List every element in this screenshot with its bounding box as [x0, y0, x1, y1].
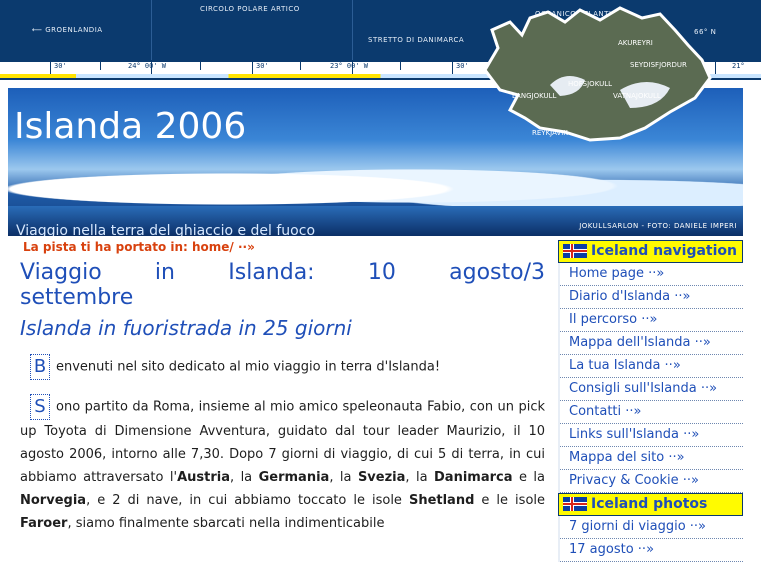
text-separator: , la — [329, 470, 358, 485]
ruler-label: 30' — [256, 62, 269, 70]
nav-list: Home page ··» Diario d'Islanda ··» Il pe… — [558, 263, 743, 493]
nav-item-consigli[interactable]: Consigli sull'Islanda ··» — [560, 378, 743, 401]
banner-subtitle: Viaggio nella terra del ghiaccio e del f… — [16, 223, 316, 236]
map-label-vatnajokull: VATNAJOKULL — [613, 92, 661, 100]
text-separator: , la — [405, 470, 435, 485]
map-label-langjokull: LANGJOKULL — [512, 92, 557, 100]
banner-title: Islanda 2006 — [14, 106, 247, 147]
intro-paragraph: Benvenuti nel sito dedicato al mio viagg… — [20, 354, 545, 380]
iceland-shape — [483, 6, 712, 142]
iceland-flag-icon — [563, 497, 587, 511]
nav-item-contatti[interactable]: Contatti ··» — [560, 401, 743, 424]
ruler-label: 24° 00' W — [128, 62, 166, 70]
paragraph-text: , siamo finalmente sbarcati nella indime… — [67, 516, 385, 531]
island-faroer: Faroer — [20, 516, 68, 531]
nav-item-mappa-sito[interactable]: Mappa del sito ··» — [560, 447, 743, 470]
paragraph-text: , e 2 di nave, in cui abbiamo toccato le… — [86, 493, 409, 508]
map-label-hofsjokull: HOFSJOKULL — [568, 80, 612, 88]
paragraph-text: e le isole — [474, 493, 546, 508]
iceland-navigation-heading: Iceland navigation — [558, 240, 743, 263]
nav-item-diario[interactable]: Diario d'Islanda ··» — [560, 286, 743, 309]
text-separator: e la — [512, 470, 545, 485]
main-content: La pista ti ha portato in: home/ ··» Via… — [20, 240, 545, 535]
country-norvegia: Norvegia — [20, 493, 87, 508]
ruler-label: 30' — [456, 62, 469, 70]
page-title: Viaggio in Islanda: 10 agosto/3 settembr… — [20, 260, 545, 310]
island-shetland: Shetland — [408, 493, 475, 508]
country-danimarca: Danimarca — [434, 470, 513, 485]
text-separator: , la — [229, 470, 259, 485]
drop-cap: B — [30, 354, 50, 380]
nav-item-percorso[interactable]: Il percorso ··» — [560, 309, 743, 332]
map-label-seydisfjordur: SEYDISFJORDUR — [630, 61, 687, 69]
map-label-akureyri: AKUREYRI — [618, 39, 653, 47]
sidebar: Iceland navigation Home page ··» Diario … — [558, 240, 743, 562]
iceland-photos-heading: Iceland photos — [558, 493, 743, 516]
iceland-map: AKUREYRI SEYDISFJORDUR HOFSJOKULL LANGJO… — [483, 6, 712, 142]
groenlandia-link[interactable]: ⟵ GROENLANDIA — [32, 26, 103, 34]
photo-item-17-agosto[interactable]: 17 agosto ··» — [560, 539, 743, 562]
map-label-reykjavik: REYKJAVIK — [532, 129, 568, 137]
photos-heading-label: Iceland photos — [591, 496, 708, 512]
photo-credit: JOKULLSARLON - FOTO: DANIELE IMPERI — [579, 222, 737, 230]
ruler-label: 23° 00' W — [330, 62, 368, 70]
country-svezia: Svezia — [357, 470, 406, 485]
ruler-label: 30' — [54, 62, 67, 70]
circolo-label: CIRCOLO POLARE ARTICO — [200, 5, 300, 13]
photos-list: 7 giorni di viaggio ··» 17 agosto ··» — [558, 516, 743, 562]
title-line-1: Viaggio in Islanda: 10 agosto/3 — [20, 260, 545, 285]
photo-item-7-giorni[interactable]: 7 giorni di viaggio ··» — [560, 516, 743, 539]
story-paragraph: Sono partito da Roma, insieme al mio ami… — [20, 394, 545, 535]
country-germania: Germania — [258, 470, 330, 485]
stretto-label: STRETTO DI DANIMARCA — [368, 36, 465, 44]
iceland-flag-icon — [563, 244, 587, 258]
country-austria: Austria — [177, 470, 230, 485]
title-line-2: settembre — [20, 285, 134, 310]
ruler-label: 21° — [732, 62, 745, 70]
nav-item-home[interactable]: Home page ··» — [560, 263, 743, 286]
nav-item-privacy[interactable]: Privacy & Cookie ··» — [560, 470, 743, 493]
nav-item-tua-islanda[interactable]: La tua Islanda ··» — [560, 355, 743, 378]
drop-cap: S — [30, 394, 50, 420]
nav-heading-label: Iceland navigation — [591, 243, 737, 259]
iceberg-shape — [8, 153, 743, 213]
breadcrumb[interactable]: La pista ti ha portato in: home/ ··» — [23, 240, 545, 254]
nav-item-mappa[interactable]: Mappa dell'Islanda ··» — [560, 332, 743, 355]
page-subtitle: Islanda in fuoristrada in 25 giorni — [20, 316, 352, 340]
grid-line — [352, 0, 353, 60]
nav-item-links[interactable]: Links sull'Islanda ··» — [560, 424, 743, 447]
grid-line — [151, 0, 152, 60]
paragraph-text: envenuti nel sito dedicato al mio viaggi… — [56, 359, 441, 375]
